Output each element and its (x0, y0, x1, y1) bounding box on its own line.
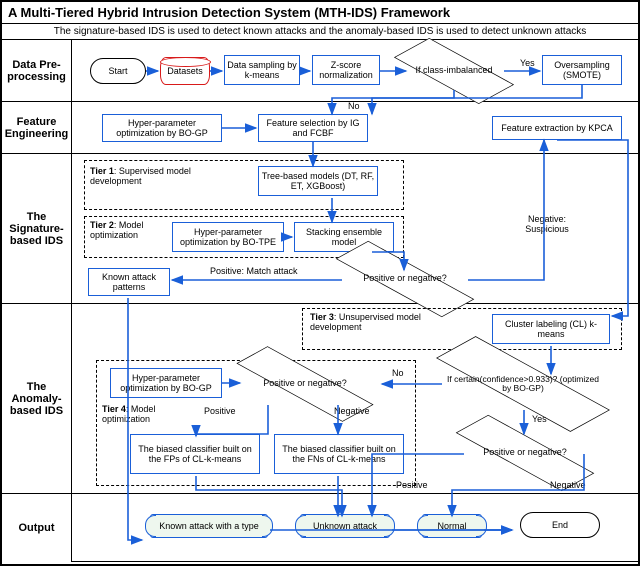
imbalanced-text: If class-imbalanced (394, 46, 514, 96)
row-out: Known attack with a type Unknown attack … (72, 494, 638, 562)
known-type-text: Known attack with a type (159, 521, 259, 531)
fsel-node: Feature selection by IG and FCBF (258, 114, 368, 142)
tree-node: Tree-based models (DT, RF, ET, XGBoost) (258, 166, 378, 196)
tier4-label: Tier 4: Model optimization (102, 404, 182, 424)
label-preproc: Data Pre-processing (2, 40, 71, 102)
start-node: Start (90, 58, 146, 84)
cl-node: Cluster labeling (CL) k-means (492, 314, 610, 344)
normal-node: Normal (422, 514, 482, 538)
tier2-label: Tier 2: Model optimization (90, 220, 170, 240)
neg-2: Negative (334, 406, 370, 416)
imbalanced-decision: If class-imbalanced (394, 46, 514, 96)
tier1-label: Tier 1: Supervised model development (90, 166, 210, 186)
known-type-node: Known attack with a type (150, 514, 268, 538)
neg-susp-label: Negative: Suspicious (512, 214, 582, 234)
normal-text: Normal (437, 521, 466, 531)
no-1: No (348, 101, 360, 111)
neg-3a: Negative (550, 480, 586, 490)
posneg3-text: Positive or negative? (450, 430, 600, 476)
known-patterns-node: Known attack patterns (88, 268, 170, 296)
row-preproc: Start Datasets Data sampling by k-means … (72, 40, 638, 102)
title: A Multi-Tiered Hybrid Intrusion Detectio… (2, 2, 638, 24)
diagram-frame: A Multi-Tiered Hybrid Intrusion Detectio… (0, 0, 640, 566)
label-anom: The Anomaly-based IDS (2, 304, 71, 494)
hpo-gp1-node: Hyper-parameter optimization by BO-GP (102, 114, 222, 142)
end-node: End (520, 512, 600, 538)
pos-3a: Positive (396, 480, 428, 490)
row-anom: Tier 3: Unsupervised model development C… (72, 304, 638, 494)
smote-node: Oversampling (SMOTE) (542, 55, 622, 85)
posneg1-text: Positive or negative? (330, 256, 480, 302)
hpo-gp2-node: Hyper-parameter optimization by BO-GP (110, 368, 222, 398)
posneg1-decision: Positive or negative? (330, 256, 480, 302)
conf-decision: If certain(confidence>0.933)? (optimized… (428, 356, 618, 412)
posneg2-decision: Positive or negative? (230, 362, 380, 406)
tier3-label: Tier 3: Unsupervised model development (310, 312, 460, 332)
label-sig: The Signature-based IDS (2, 154, 71, 304)
rows: Start Datasets Data sampling by k-means … (72, 40, 638, 562)
label-out: Output (2, 494, 71, 562)
label-feat: Feature Engineering (2, 102, 71, 154)
section-labels: Data Pre-processing Feature Engineering … (2, 40, 72, 562)
hpo-tpe-node: Hyper-parameter optimization by BO-TPE (172, 222, 284, 252)
yes-2: Yes (532, 414, 547, 424)
pos-2: Positive (204, 406, 236, 416)
posneg2-text: Positive or negative? (230, 362, 380, 406)
unknown-node: Unknown attack (300, 514, 390, 538)
kpca-node: Feature extraction by KPCA (492, 116, 622, 140)
match-label: Positive: Match attack (210, 266, 310, 276)
row-sig: Tier 1: Supervised model development Tre… (72, 154, 638, 304)
unknown-text: Unknown attack (313, 521, 377, 531)
fn-node: The biased classifier built on the FNs o… (274, 434, 404, 474)
conf-text: If certain(confidence>0.933)? (optimized… (428, 356, 618, 412)
subtitle: The signature-based IDS is used to detec… (2, 24, 638, 40)
datasets-node: Datasets (160, 57, 210, 85)
no-2: No (392, 368, 404, 378)
yes-1: Yes (520, 58, 535, 68)
layout: Data Pre-processing Feature Engineering … (2, 40, 638, 562)
posneg3-decision: Positive or negative? (450, 430, 600, 476)
row-feat: No Hyper-parameter optimization by BO-GP… (72, 102, 638, 154)
sampling-node: Data sampling by k-means (224, 55, 300, 85)
zscore-node: Z-score normalization (312, 55, 380, 85)
fp-node: The biased classifier built on the FPs o… (130, 434, 260, 474)
